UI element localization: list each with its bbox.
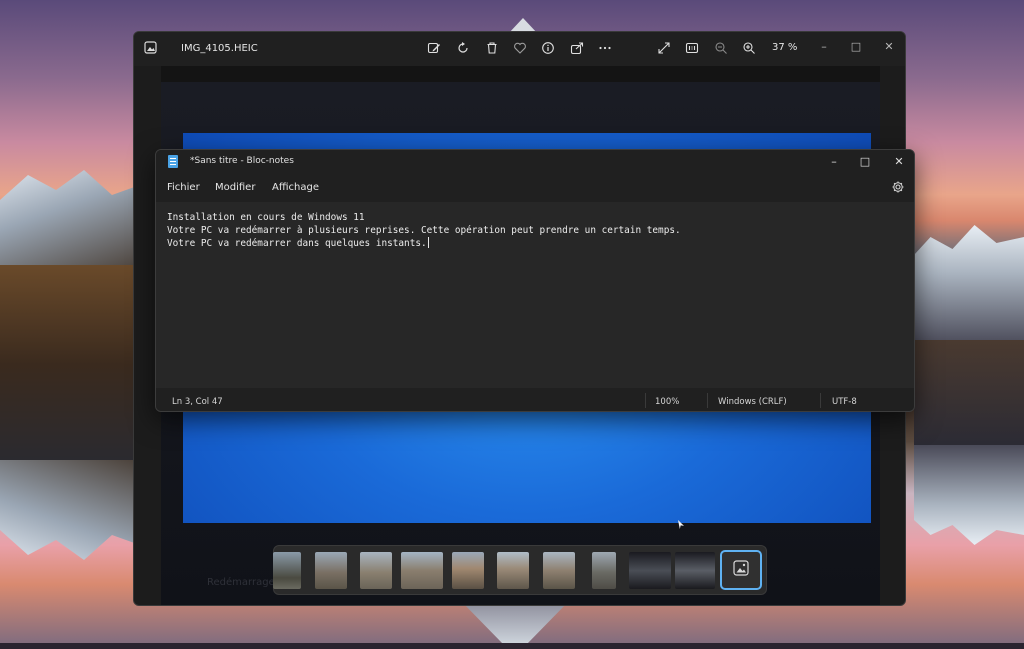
photos-minimize-button[interactable]: – — [815, 38, 833, 56]
photo-filename: IMG_4105.HEIC — [181, 43, 258, 54]
wallpaper-mountain-left — [0, 170, 140, 270]
editor-line-2: Votre PC va redémarrer à plusieurs repri… — [167, 224, 681, 236]
zoom-out-icon[interactable] — [713, 41, 729, 57]
taskbar — [0, 643, 1024, 649]
filmstrip-thumb[interactable] — [452, 552, 484, 589]
status-zoom: 100% — [655, 397, 680, 407]
status-separator — [707, 393, 708, 408]
filmstrip-thumb[interactable] — [497, 552, 529, 589]
share-icon[interactable] — [569, 41, 585, 57]
info-icon[interactable] — [540, 41, 556, 57]
notepad-maximize-button[interactable]: □ — [855, 153, 875, 171]
status-separator — [820, 393, 821, 408]
notepad-menubar: Fichier Modifier Affichage — [156, 174, 914, 202]
fullscreen-icon[interactable] — [656, 41, 672, 57]
wallpaper-ground-right — [914, 340, 1024, 450]
menu-view[interactable]: Affichage — [272, 182, 319, 193]
photos-app-icon — [144, 41, 157, 57]
menu-file[interactable]: Fichier — [167, 182, 200, 193]
wallpaper-mountain-right — [914, 225, 1024, 345]
photos-close-button[interactable]: ✕ — [880, 38, 898, 56]
filmstrip-thumb[interactable] — [273, 552, 301, 589]
notepad-app-icon — [168, 155, 178, 168]
wallpaper-reflection-right — [914, 445, 1024, 545]
notepad-minimize-button[interactable]: – — [824, 153, 844, 171]
editor-line-3: Votre PC va redémarrer dans quelques ins… — [167, 237, 914, 251]
favorite-icon[interactable] — [512, 41, 528, 57]
more-icon[interactable] — [597, 41, 613, 57]
status-encoding: UTF-8 — [832, 397, 857, 407]
photos-maximize-button[interactable]: □ — [847, 38, 865, 56]
text-caret — [427, 237, 429, 248]
zoom-level: 37 % — [772, 42, 798, 53]
filmstrip-thumb[interactable] — [592, 552, 616, 589]
status-separator — [645, 393, 646, 408]
menu-edit[interactable]: Modifier — [215, 182, 255, 193]
filmstrip-thumb-selected[interactable] — [720, 550, 762, 590]
actual-size-icon[interactable] — [684, 41, 700, 57]
filmstrip-thumb[interactable] — [629, 552, 671, 589]
edit-icon[interactable] — [426, 41, 442, 57]
notepad-titlebar[interactable]: *Sans titre - Bloc-notes – □ ✕ — [156, 150, 914, 174]
notepad-window: *Sans titre - Bloc-notes – □ ✕ Fichier M… — [155, 149, 915, 412]
wallpaper-ground-left — [0, 265, 140, 465]
editor-line-3-text: Votre PC va redémarrer dans quelques ins… — [167, 238, 427, 249]
zoom-in-icon[interactable] — [741, 41, 757, 57]
filmstrip-thumb[interactable] — [401, 552, 443, 589]
status-line-ending: Windows (CRLF) — [718, 397, 787, 407]
image-placeholder-icon — [732, 559, 750, 581]
photo-caption: Redémarrage — [207, 577, 275, 588]
rotate-icon[interactable] — [455, 41, 471, 57]
filmstrip-thumb[interactable] — [360, 552, 392, 589]
filmstrip — [273, 545, 767, 595]
notepad-text-editor[interactable]: Installation en cours de Windows 11 Votr… — [156, 202, 914, 388]
delete-icon[interactable] — [484, 41, 500, 57]
wallpaper-reflection-left — [0, 460, 140, 560]
photos-toolbar: IMG_4105.HEIC 37 % – □ ✕ — [134, 32, 905, 66]
filmstrip-thumb[interactable] — [675, 552, 715, 589]
settings-gear-icon[interactable] — [891, 180, 905, 194]
filmstrip-thumb[interactable] — [543, 552, 575, 589]
wallpaper-peak-reflection — [460, 600, 570, 645]
notepad-statusbar: Ln 3, Col 47 100% Windows (CRLF) UTF-8 — [156, 388, 914, 411]
notepad-title: *Sans titre - Bloc-notes — [190, 156, 294, 166]
status-cursor-position: Ln 3, Col 47 — [172, 397, 223, 407]
filmstrip-thumb[interactable] — [315, 552, 347, 589]
editor-line-1: Installation en cours de Windows 11 — [167, 212, 365, 223]
notepad-close-button[interactable]: ✕ — [889, 153, 909, 171]
